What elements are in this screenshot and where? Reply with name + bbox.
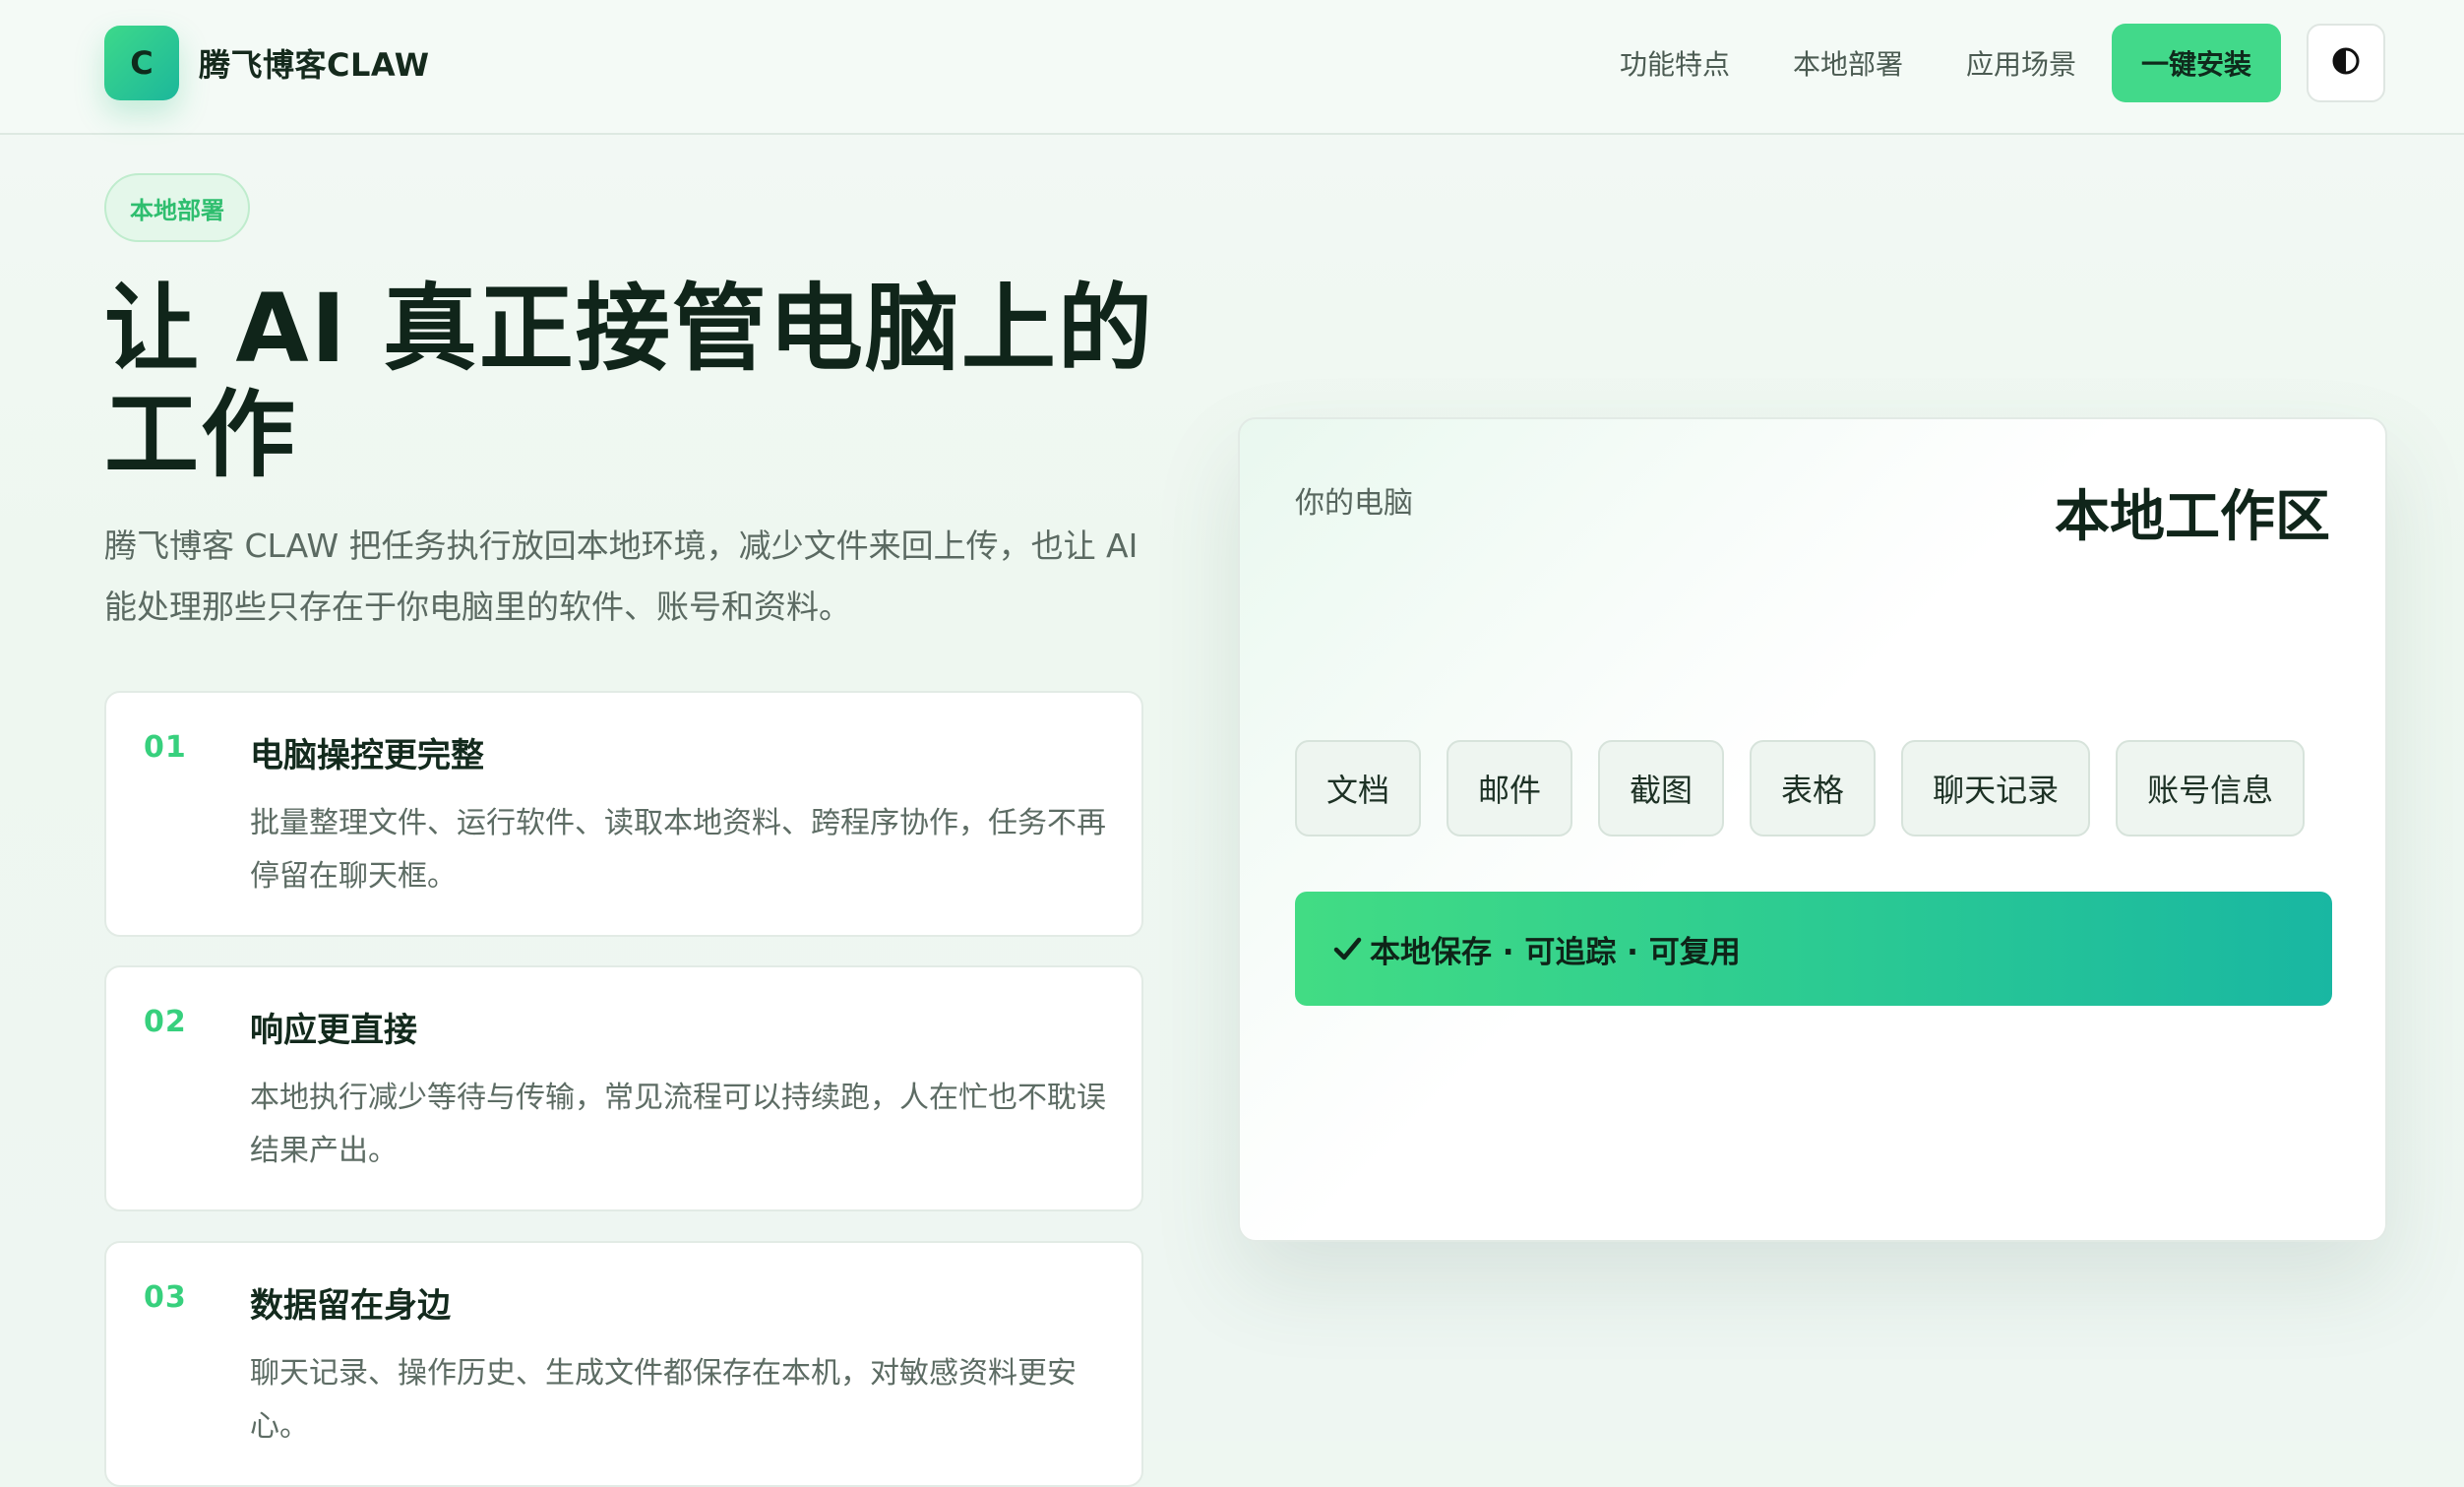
data-chips: 文档 邮件 截图 表格 聊天记录 账号信息 [1295,740,2330,836]
install-button[interactable]: 一键安装 [2111,24,2281,102]
check-icon [1332,934,1362,963]
nav-link-deploy[interactable]: 本地部署 [1793,43,1903,83]
chip-spreadsheets: 表格 [1750,740,1877,836]
local-workspace-panel: 你的电脑 本地工作区 文档 邮件 截图 表格 聊天记录 账号信息 本地保存 · … [1238,417,2387,1242]
chip-chat-history: 聊天记录 [1901,740,2091,836]
feature-description: 聊天记录、操作历史、生成文件都保存在本机，对敏感资料更安心。 [250,1356,1077,1444]
contrast-icon [2331,46,2361,80]
chip-documents: 文档 [1295,740,1422,836]
feature-description: 批量整理文件、运行软件、读取本地资料、跨程序协作，任务不再停留在聊天框。 [250,806,1106,894]
nav-link-features[interactable]: 功能特点 [1620,43,1730,83]
feature-description: 本地执行减少等待与传输，常见流程可以持续跑，人在忙也不耽误结果产出。 [250,1081,1106,1168]
section-badge: 本地部署 [104,173,250,242]
feature-card: 03 数据留在身边 聊天记录、操作历史、生成文件都保存在本机，对敏感资料更安心。 [104,1241,1143,1487]
chip-screenshots: 截图 [1598,740,1725,836]
feature-card: 02 响应更直接 本地执行减少等待与传输，常见流程可以持续跑，人在忙也不耽误结果… [104,965,1143,1211]
brand-name: 腾飞博客CLAW [199,46,430,84]
workspace-title: 本地工作区 [2055,485,2330,549]
brand[interactable]: C 腾飞博客CLAW [104,26,430,100]
feature-number: 02 [144,1005,187,1039]
feature-title: 响应更直接 [250,1011,417,1050]
workspace-label: 你的电脑 [1295,486,1413,521]
chip-account-info: 账号信息 [2116,740,2306,836]
feature-card: 01 电脑操控更完整 批量整理文件、运行软件、读取本地资料、跨程序协作，任务不再… [104,691,1143,937]
feature-title: 电脑操控更完整 [250,736,484,775]
nav-link-scenarios[interactable]: 应用场景 [1966,43,2076,83]
feature-number: 03 [144,1280,187,1315]
feature-number: 01 [144,730,187,765]
status-bar: 本地保存 · 可追踪 · 可复用 [1295,892,2332,1006]
theme-toggle-button[interactable] [2307,24,2385,102]
main-nav: 功能特点 本地部署 应用场景 一键安装 [1620,24,2385,102]
hero-description: 腾飞博客 CLAW 把任务执行放回本地环境，减少文件来回上传，也让 AI 能处理… [104,527,1139,626]
hero-title: 让 AI 真正接管电脑上的工作 [104,274,1154,490]
top-navbar: C 腾飞博客CLAW 功能特点 本地部署 应用场景 一键安装 [0,0,2464,135]
chip-mail: 邮件 [1447,740,1573,836]
brand-logo: C [104,26,179,100]
feature-title: 数据留在身边 [250,1286,451,1326]
status-text: 本地保存 · 可追踪 · 可复用 [1370,934,1741,970]
